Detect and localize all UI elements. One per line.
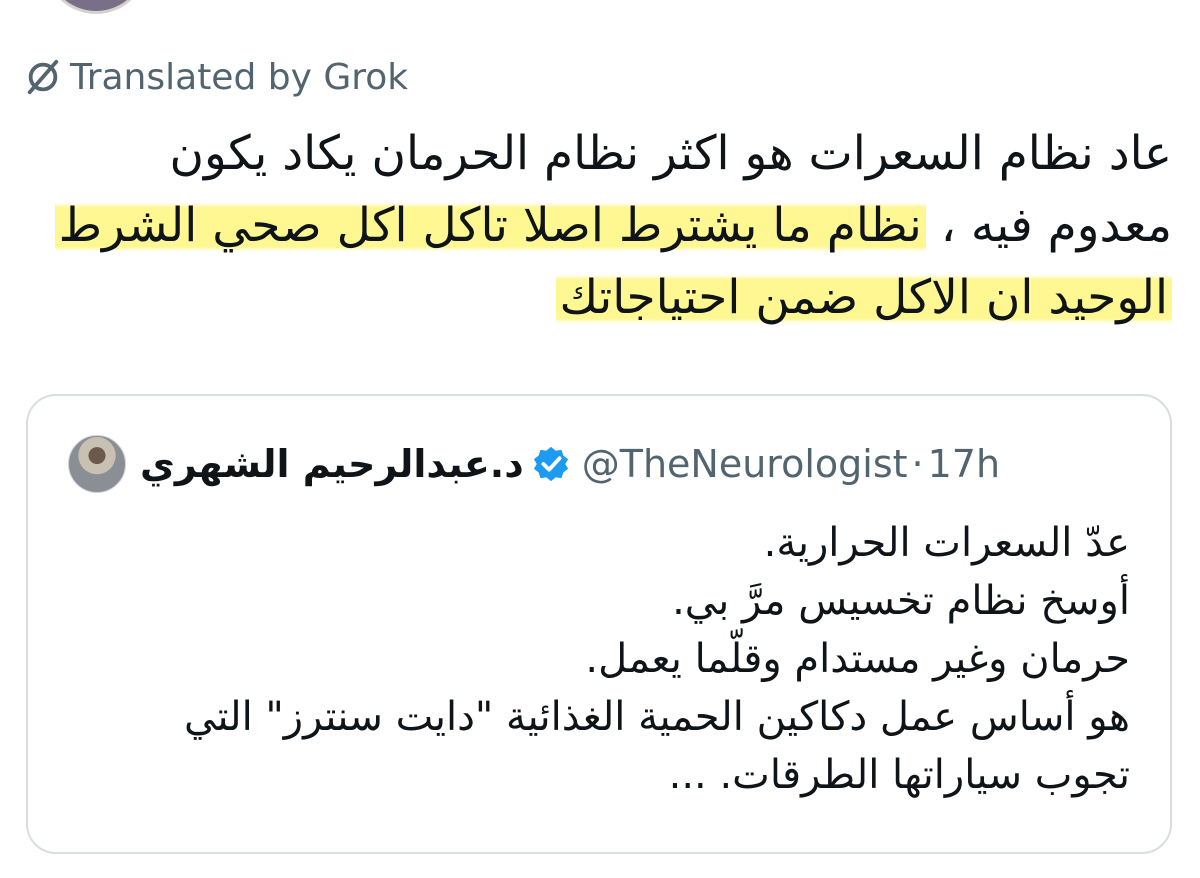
post-line: عاد نظام السعرات هو اكثر نظام الحرمان يك… [12, 118, 1172, 190]
post-text: عاد نظام السعرات هو اكثر نظام الحرمان يك… [12, 118, 1172, 334]
post-view: Translated by Grok عاد نظام السعرات هو ا… [0, 0, 1200, 878]
highlighted-text: الوحيد ان الاكل ضمن احتياجاتك [555, 270, 1172, 325]
quoted-line: تجوب سياراتها الطرقات. ... [668, 752, 1130, 798]
verified-badge-icon [533, 446, 568, 482]
post-line-text: عاد نظام السعرات هو اكثر نظام الحرمان يك… [169, 126, 1172, 181]
quoted-post-card[interactable]: د.عبدالرحيم الشهري @TheNeurologist · 17h… [26, 394, 1172, 854]
author-avatar[interactable] [44, 0, 148, 14]
author-name[interactable]: د.عبدالرحيم الشهري [140, 442, 524, 486]
highlighted-text: نظام ما يشترط اصلا تاكل اكل صحي الشرط [54, 198, 926, 253]
grok-icon [27, 59, 59, 95]
quoted-line: حرمان وغير مستدام وقلّما يعمل. [585, 636, 1130, 682]
separator-dot: · [911, 442, 924, 486]
quoted-post-header: د.عبدالرحيم الشهري @TheNeurologist · 17h [68, 435, 1000, 493]
quoted-line: هو أساس عمل دكاكين الحمية الغذائية "دايت… [183, 694, 1130, 740]
avatar[interactable] [68, 435, 126, 493]
post-line-text: معدوم فيه ، [925, 198, 1172, 253]
quoted-line: عدّ السعرات الحرارية. [763, 520, 1130, 566]
translation-label: Translated by Grok [70, 56, 409, 98]
quoted-post-text: عدّ السعرات الحرارية. أوسخ نظام تخسيس مر… [70, 514, 1130, 804]
post-line: معدوم فيه ، نظام ما يشترط اصلا تاكل اكل … [12, 190, 1172, 262]
author-handle[interactable]: @TheNeurologist [582, 442, 908, 486]
post-timestamp[interactable]: 17h [928, 442, 1000, 486]
quoted-line: أوسخ نظام تخسيس مرَّ بي. [672, 578, 1130, 624]
translation-notice[interactable]: Translated by Grok [24, 54, 408, 100]
post-line: الوحيد ان الاكل ضمن احتياجاتك [12, 262, 1172, 334]
